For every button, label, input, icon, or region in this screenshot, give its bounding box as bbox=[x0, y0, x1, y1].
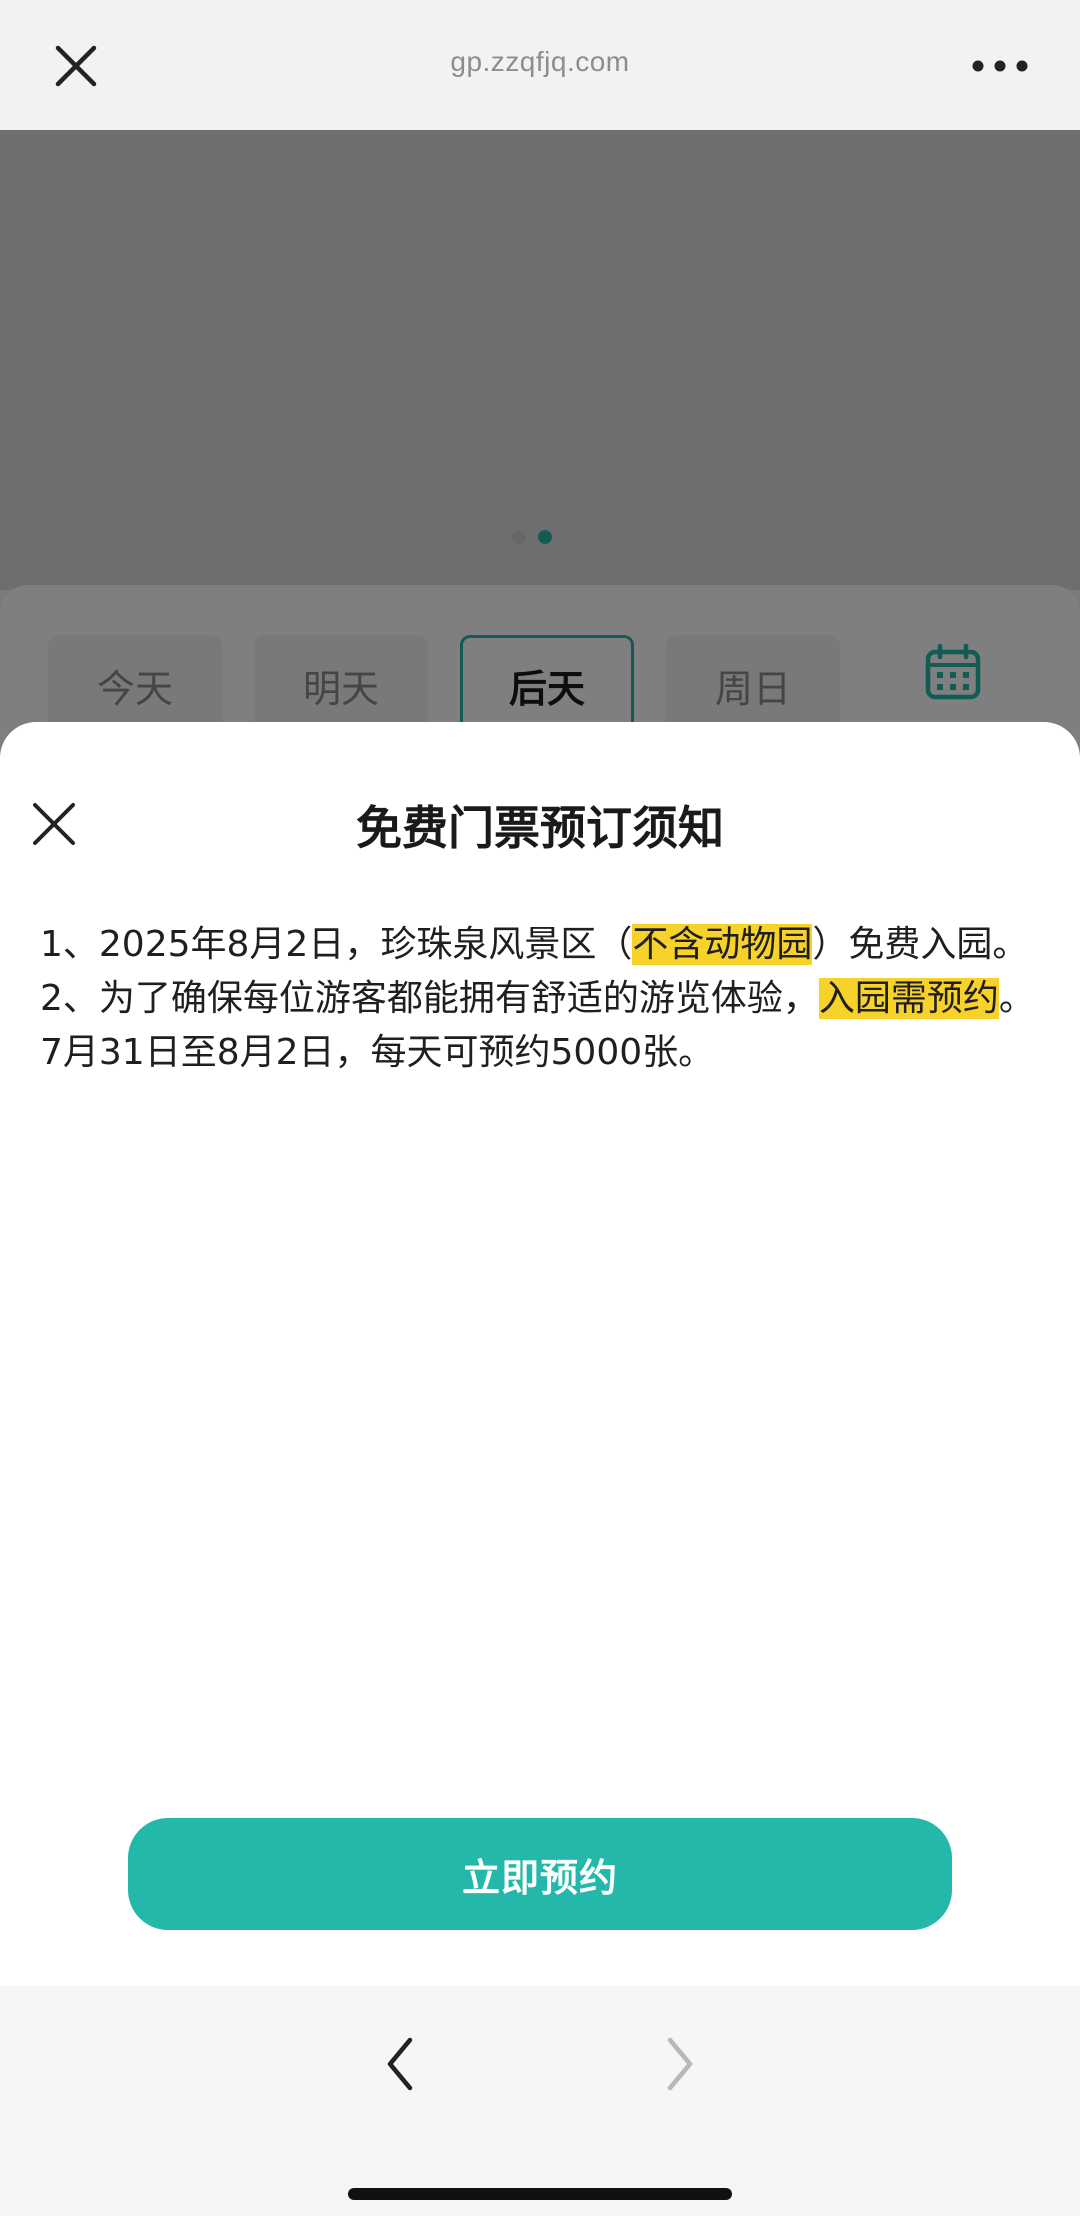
browser-bottom-nav bbox=[0, 1986, 1080, 2216]
notice-item-2: 2、为了确保每位游客都能拥有舒适的游览体验，入园需预约。7月31日至8月2日，每… bbox=[40, 972, 1040, 1080]
notice-item-1-highlight: 不含动物园 bbox=[632, 924, 813, 965]
booking-notice-sheet: 免费门票预订须知 1、2025年8月2日，珍珠泉风景区（不含动物园）免费入园。 … bbox=[0, 722, 1080, 1986]
notice-content: 1、2025年8月2日，珍珠泉风景区（不含动物园）免费入园。 2、为了确保每位游… bbox=[40, 918, 1040, 1080]
notice-item-2-text: 2、为了确保每位游客都能拥有舒适的游览体验， bbox=[40, 978, 819, 1019]
home-indicator bbox=[348, 2188, 732, 2200]
chevron-right-icon[interactable] bbox=[660, 2032, 700, 2096]
more-horizontal-icon[interactable] bbox=[970, 52, 1030, 80]
browser-top-bar: gp.zzqfjq.com bbox=[0, 0, 1080, 130]
notice-item-1-text-end: ）免费入园。 bbox=[812, 924, 1029, 965]
book-now-button[interactable]: 立即预约 bbox=[128, 1818, 952, 1930]
notice-item-2-highlight: 入园需预约 bbox=[818, 978, 999, 1019]
url-label: gp.zzqfjq.com bbox=[450, 46, 630, 77]
sheet-title: 免费门票预订须知 bbox=[356, 801, 724, 855]
notice-item-1-text: 1、2025年8月2日，珍珠泉风景区（ bbox=[40, 924, 633, 965]
notice-item-1: 1、2025年8月2日，珍珠泉风景区（不含动物园）免费入园。 bbox=[40, 918, 1040, 972]
chevron-left-icon[interactable] bbox=[380, 2032, 420, 2096]
